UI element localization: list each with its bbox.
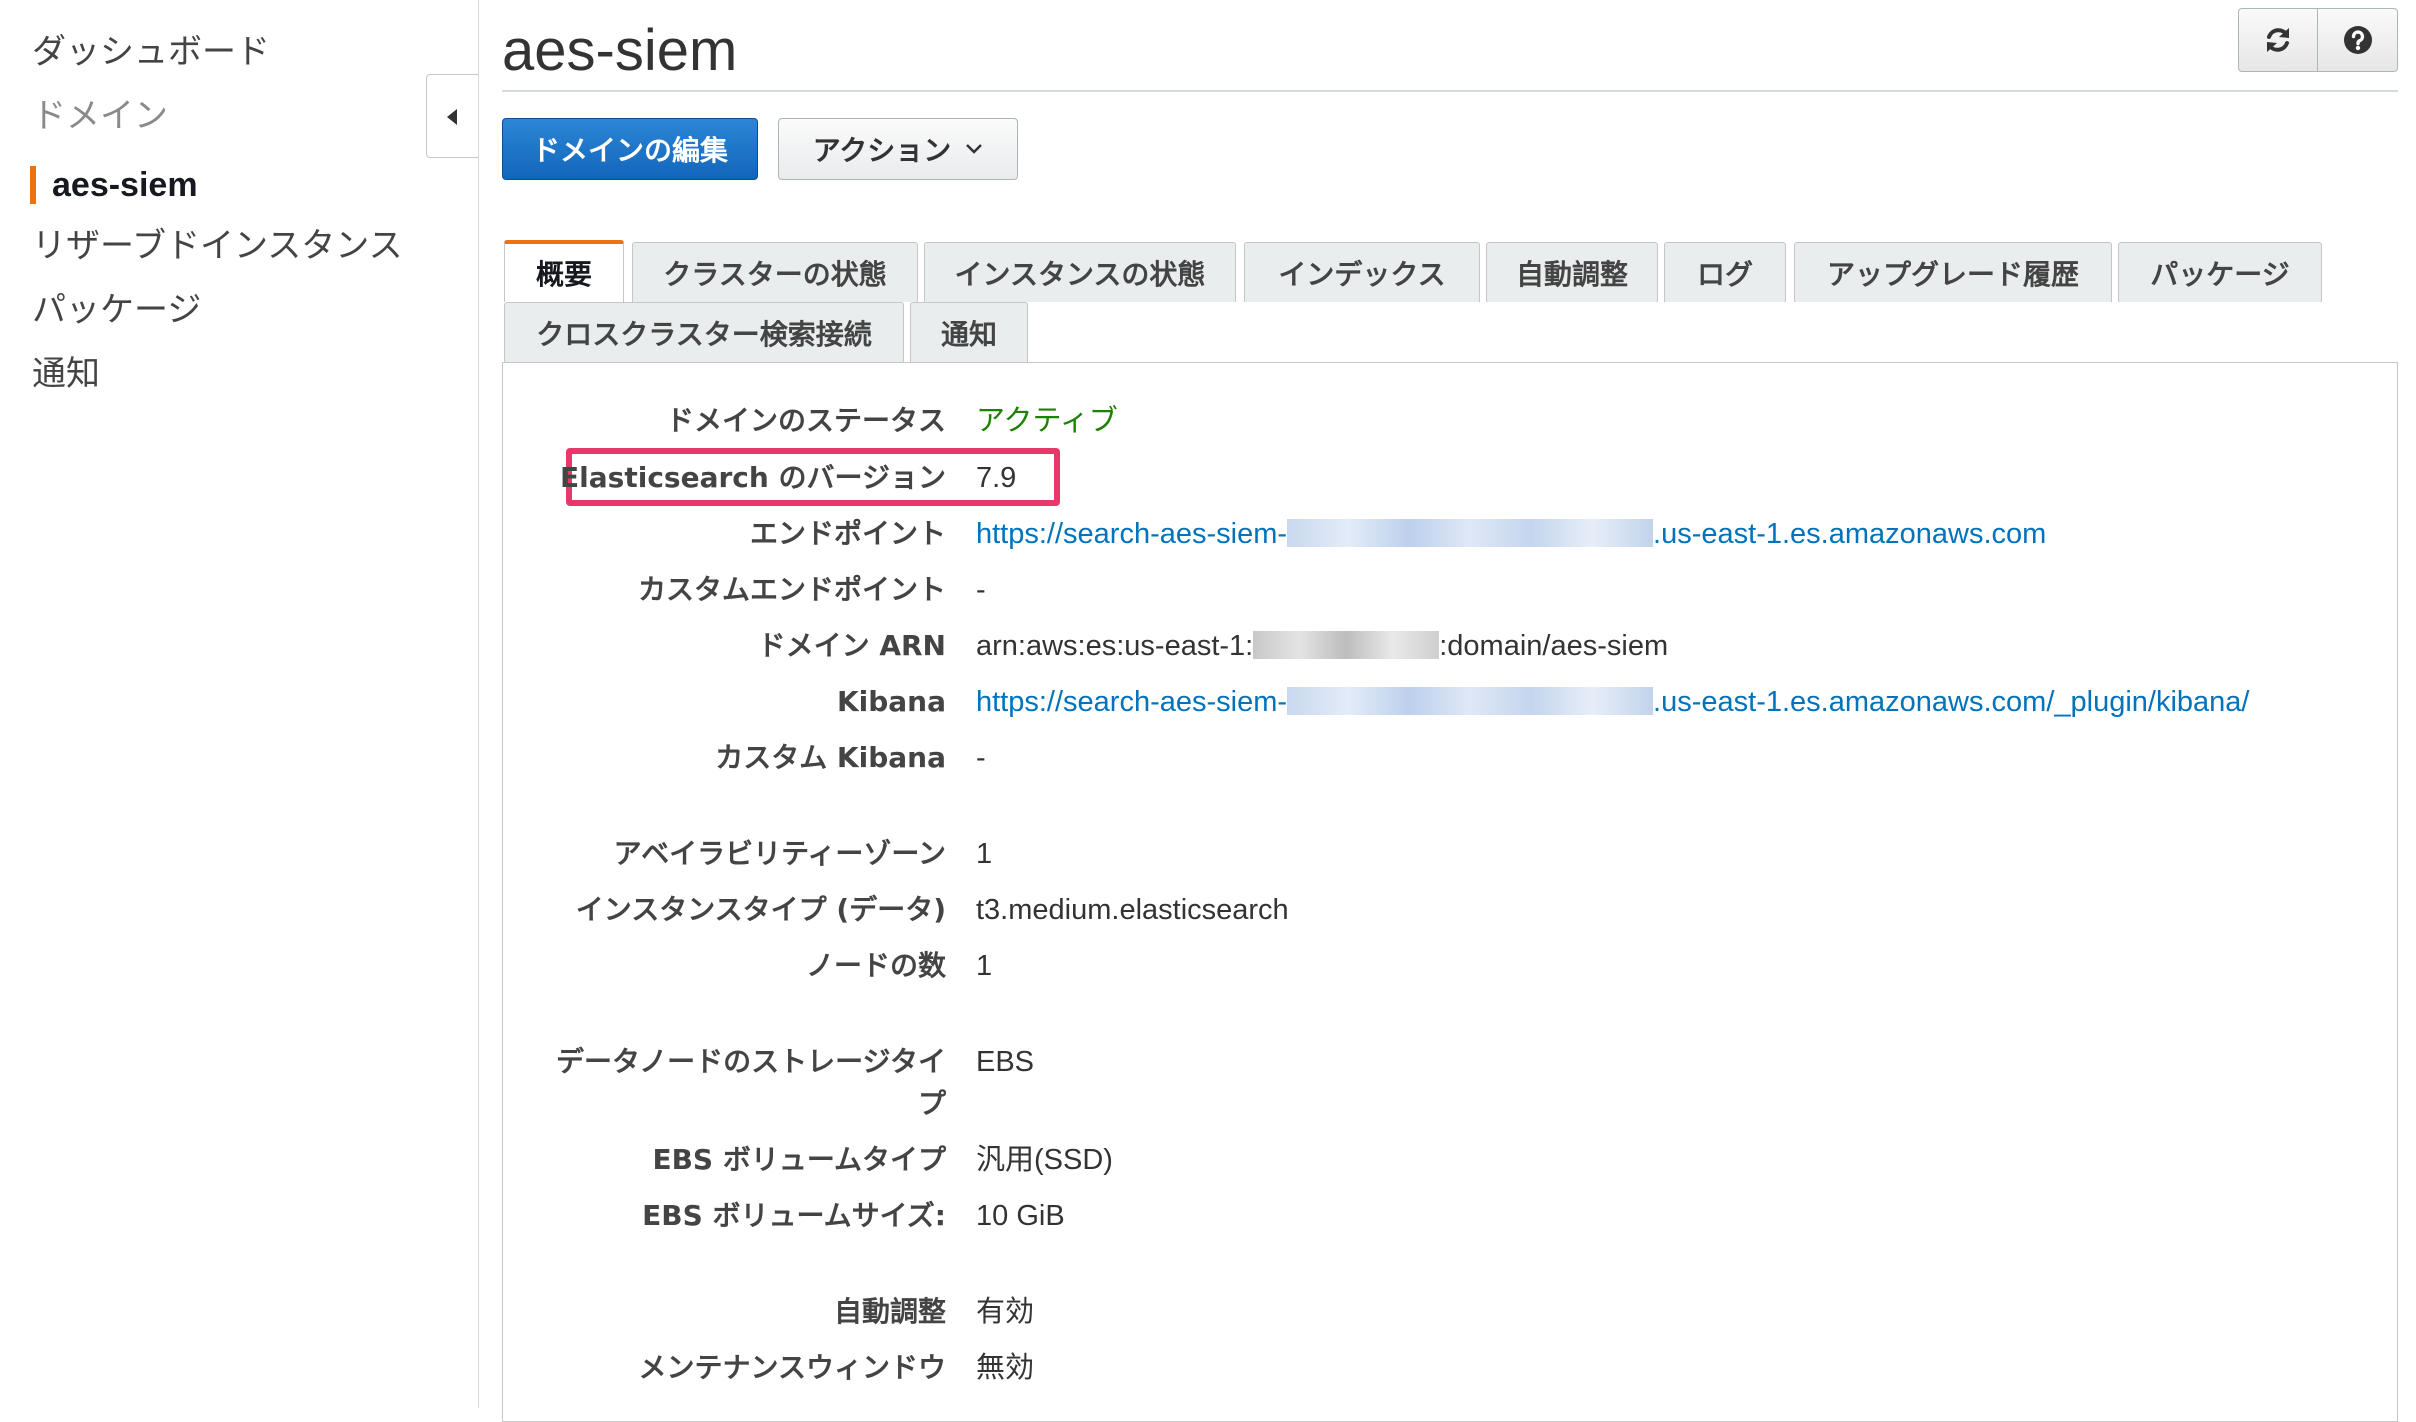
- tab-logs[interactable]: ログ: [1664, 242, 1786, 302]
- maintenance-window-label: メンテナンスウィンドウ: [638, 1351, 946, 1384]
- tab-cross-cluster-search[interactable]: クロスクラスター検索接続: [504, 302, 904, 362]
- availability-zones-label: アベイラビリティーゾーン: [613, 837, 946, 870]
- tab-cluster-health[interactable]: クラスターの状態: [632, 242, 918, 302]
- header-icon-buttons: [2238, 8, 2398, 72]
- storage-type-value: EBS: [976, 1046, 1035, 1078]
- es-version-label: Elasticsearch のバージョン: [560, 461, 946, 494]
- caret-left-icon: [447, 109, 457, 125]
- edit-domain-button[interactable]: ドメインの編集: [502, 118, 758, 180]
- endpoint-prefix: https://search-aes-siem-: [976, 518, 1288, 550]
- kibana-suffix: .us-east-1.es.amazonaws.com/_plugin/kiba…: [1653, 686, 2250, 718]
- domain-status-label: ドメインのステータス: [665, 404, 946, 437]
- auto-tune-label: 自動調整: [833, 1295, 946, 1328]
- custom-endpoint-value: -: [976, 574, 986, 606]
- sidebar-collapse-button[interactable]: [426, 74, 478, 158]
- redacted-block: [1287, 519, 1654, 547]
- domain-arn-value: arn:aws:es:us-east-1: :domain/aes-siem: [976, 626, 1668, 666]
- sidebar-item-reserved-instances[interactable]: リザーブドインスタンス: [32, 224, 403, 268]
- custom-endpoint-label: カスタムエンドポイント: [637, 573, 946, 606]
- redacted-block: [1287, 687, 1654, 715]
- tab-overview[interactable]: 概要: [504, 240, 624, 302]
- storage-type-label-line1: データノードのストレージタイ: [555, 1045, 946, 1078]
- domain-arn-label: ドメイン ARN: [757, 629, 946, 662]
- custom-kibana-value: -: [976, 742, 986, 774]
- help-icon: [2343, 26, 2372, 54]
- sidebar-item-domains: ドメイン: [32, 96, 168, 136]
- tab-instance-health[interactable]: インスタンスの状態: [924, 242, 1236, 302]
- kibana-prefix: https://search-aes-siem-: [976, 686, 1288, 718]
- sidebar-item-aes-siem[interactable]: aes-siem: [52, 163, 198, 207]
- sidebar-item-packages[interactable]: パッケージ: [32, 288, 201, 332]
- endpoint-suffix: .us-east-1.es.amazonaws.com: [1653, 518, 2047, 550]
- instance-type-label: インスタンスタイプ (データ): [575, 893, 946, 926]
- tab-indices[interactable]: インデックス: [1244, 242, 1480, 302]
- ebs-volume-type-value: 汎用(SSD): [976, 1144, 1113, 1176]
- domain-status-value: アクティブ: [976, 405, 1118, 437]
- endpoint-label: エンドポイント: [749, 517, 946, 550]
- kibana-label: Kibana: [836, 685, 946, 718]
- actions-label: アクション: [812, 134, 952, 167]
- active-indicator: [30, 166, 36, 204]
- chevron-down-icon: [966, 144, 983, 154]
- endpoint-link[interactable]: https://search-aes-siem- .us-east-1.es.am…: [976, 514, 2046, 554]
- kibana-link[interactable]: https://search-aes-siem- .us-east-1.es.am…: [976, 682, 2249, 722]
- availability-zones-value: 1: [976, 838, 993, 870]
- ebs-volume-size-value: 10 GiB: [976, 1200, 1065, 1232]
- help-button[interactable]: [2318, 8, 2398, 72]
- ebs-volume-type-label: EBS ボリュームタイプ: [652, 1143, 946, 1176]
- node-count-label: ノードの数: [805, 949, 946, 982]
- redacted-block: [1253, 631, 1440, 659]
- es-version-value: 7.9: [976, 462, 1017, 494]
- node-count-value: 1: [976, 950, 993, 982]
- header-divider: [502, 90, 2398, 92]
- sidebar-item-notifications[interactable]: 通知: [32, 352, 100, 396]
- maintenance-window-value: 無効: [976, 1352, 1035, 1384]
- storage-type-label-line2: プ: [917, 1087, 946, 1120]
- refresh-icon: [2267, 28, 2289, 52]
- instance-type-value: t3.medium.elasticsearch: [976, 894, 1289, 926]
- tab-auto-tune[interactable]: 自動調整: [1486, 242, 1658, 302]
- arn-suffix: :domain/aes-siem: [1439, 630, 1669, 662]
- tab-packages[interactable]: パッケージ: [2118, 242, 2322, 302]
- refresh-button[interactable]: [2238, 8, 2318, 72]
- actions-dropdown-button[interactable]: アクション: [778, 118, 1018, 180]
- custom-kibana-label: カスタム Kibana: [715, 741, 946, 774]
- arn-prefix: arn:aws:es:us-east-1:: [976, 630, 1254, 662]
- tab-notifications[interactable]: 通知: [910, 302, 1028, 362]
- auto-tune-value: 有効: [976, 1296, 1035, 1328]
- tab-upgrade-history[interactable]: アップグレード履歴: [1794, 242, 2112, 302]
- sidebar-nav: ダッシュボード ドメイン aes-siem リザーブドインスタンス パッケージ …: [0, 0, 479, 1408]
- ebs-volume-size-label: EBS ボリュームサイズ:: [642, 1199, 946, 1232]
- page-title: aes-siem: [502, 18, 738, 83]
- sidebar-item-dashboard[interactable]: ダッシュボード: [32, 30, 270, 74]
